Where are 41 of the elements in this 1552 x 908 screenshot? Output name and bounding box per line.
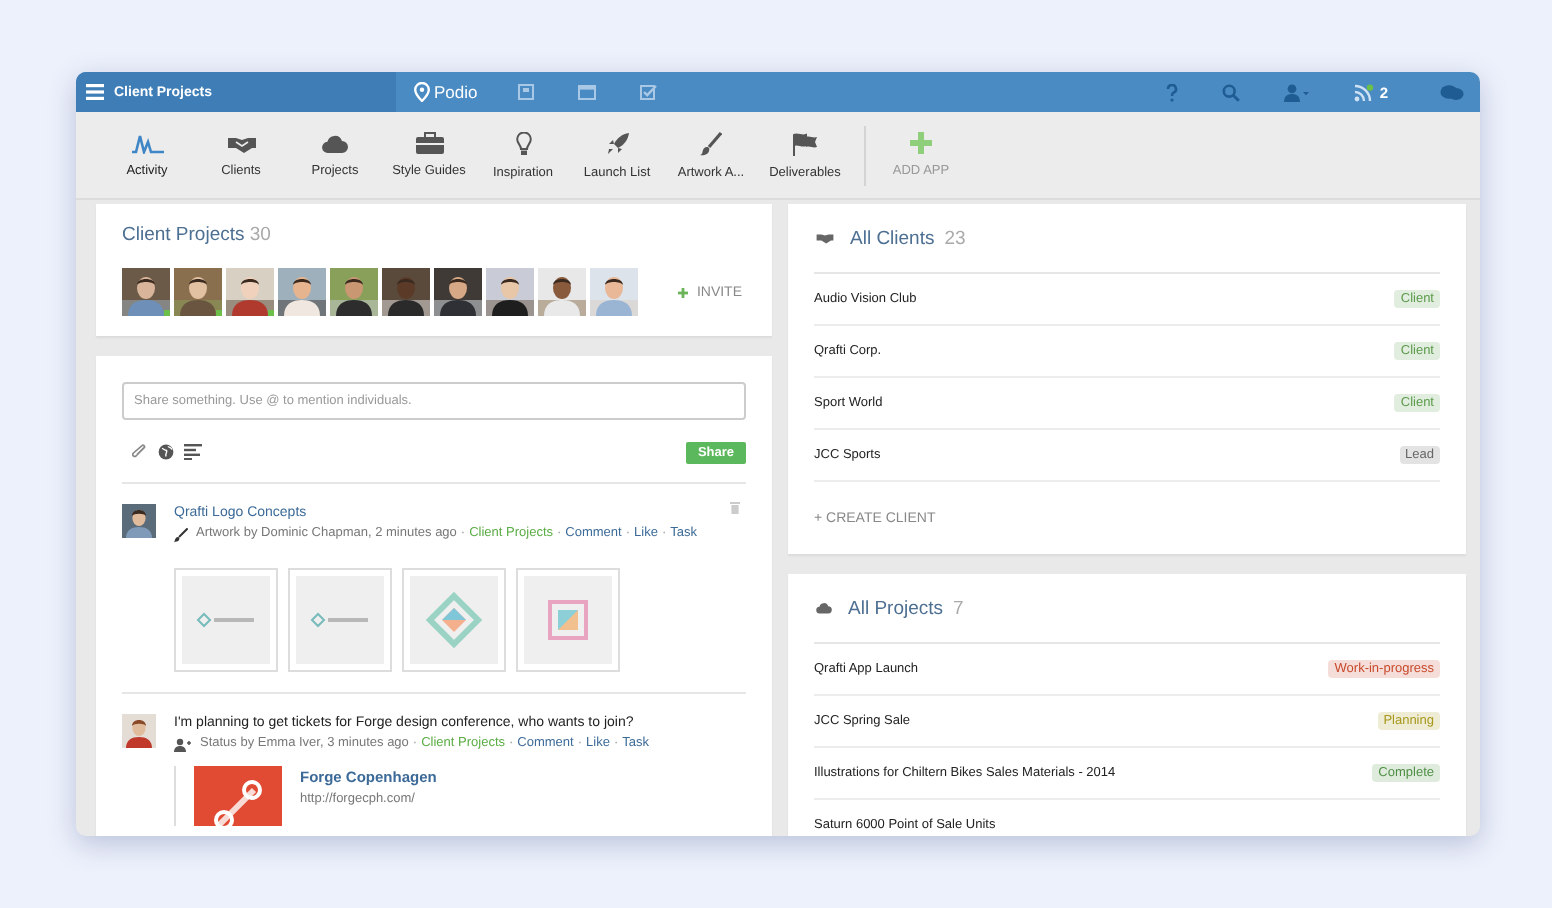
cloud-icon (816, 602, 832, 614)
calendar-icon[interactable] (577, 84, 596, 100)
brush-icon (700, 131, 722, 155)
globe-icon[interactable] (158, 444, 174, 460)
pin-icon (414, 82, 430, 102)
thumbnail-frame[interactable] (174, 568, 278, 672)
plus-icon (910, 132, 932, 154)
card-title[interactable]: Client Projects (122, 224, 245, 246)
flags-icon (792, 131, 818, 155)
contacts-icon[interactable] (517, 84, 534, 100)
user-icon[interactable] (1283, 83, 1310, 101)
menu-icon[interactable] (86, 84, 104, 100)
text-format-icon[interactable] (184, 444, 202, 460)
help-icon[interactable] (1165, 83, 1178, 101)
brush-icon (174, 527, 188, 541)
search-icon[interactable] (1221, 83, 1240, 101)
online-indicator (216, 310, 222, 316)
thumbnail-frame[interactable] (402, 568, 506, 672)
member-count: 30 (249, 224, 271, 246)
item-count: 7 (953, 597, 964, 619)
thumbnail-frame[interactable] (516, 568, 620, 672)
activity-icon (131, 133, 163, 153)
handshake-icon (816, 232, 834, 244)
app-logo-text[interactable]: Podio (434, 82, 478, 102)
rocket-icon (605, 131, 629, 155)
feed-icon[interactable] (1353, 83, 1374, 101)
card-title[interactable]: All Clients (850, 227, 935, 249)
online-indicator (164, 310, 170, 316)
cloud-icon (322, 133, 348, 153)
online-indicator (268, 310, 274, 316)
paperclip-icon[interactable] (132, 444, 148, 460)
card-title[interactable]: All Projects (848, 597, 944, 619)
lightbulb-icon (515, 131, 531, 155)
thumbnail-frame[interactable] (288, 568, 392, 672)
person-icon (174, 737, 192, 751)
handshake-icon (227, 133, 255, 153)
chat-icon[interactable] (1440, 83, 1464, 101)
item-count: 23 (944, 227, 966, 249)
briefcase-icon (415, 132, 443, 154)
plus-icon (678, 287, 689, 297)
task-icon[interactable] (639, 84, 658, 100)
